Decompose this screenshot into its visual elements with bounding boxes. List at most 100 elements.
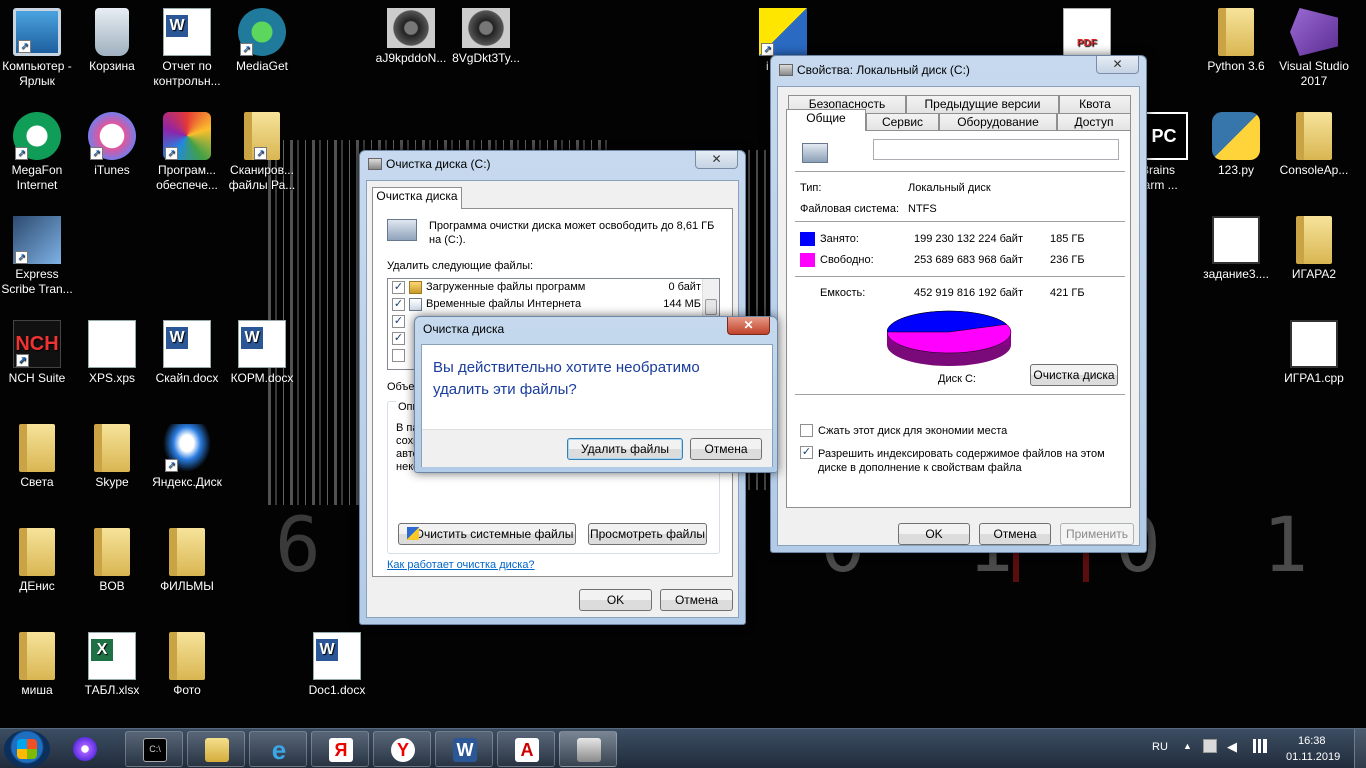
start-button[interactable] — [4, 730, 50, 768]
view-files-button[interactable]: Просмотреть файлы — [588, 523, 707, 545]
desktop-icon-misha[interactable]: миша — [0, 632, 76, 698]
desktop-icon-doc1[interactable]: Doc1.docx — [298, 632, 376, 698]
desktop-icon-123py[interactable]: 123.py — [1197, 112, 1275, 178]
divider — [795, 171, 1125, 172]
file-size: 144 МБ — [663, 298, 701, 310]
tab-service[interactable]: Сервис — [866, 113, 939, 131]
cancel-button[interactable]: Отмена — [660, 589, 733, 611]
desktop-icon-sveta[interactable]: Света — [0, 424, 76, 490]
taskbar-alice[interactable] — [56, 731, 114, 767]
action-center-icon[interactable] — [1203, 739, 1217, 753]
language-indicator[interactable]: RU — [1152, 741, 1168, 753]
taskbar-disk-cleanup[interactable] — [559, 731, 617, 767]
taskbar-yandex[interactable]: Я — [311, 731, 369, 767]
close-button[interactable]: ✕ — [1096, 56, 1139, 74]
desktop-icon-films[interactable]: ФИЛЬМЫ — [148, 528, 226, 594]
close-button[interactable]: ✕ — [727, 317, 770, 335]
desktop-icon-photo[interactable]: Фото — [148, 632, 226, 698]
scroll-thumb[interactable] — [705, 299, 717, 315]
ok-button[interactable]: OK — [898, 523, 970, 545]
desktop-icon-zadanie[interactable]: задание3.... — [1197, 216, 1275, 282]
list-item[interactable]: ✓ Временные файлы Интернета 144 МБ — [388, 296, 719, 313]
used-color-swatch — [800, 232, 815, 246]
desktop-icon-label: Отчет по контрольн... — [153, 59, 221, 88]
desktop-icon-computer[interactable]: ➚ Компьютер - Ярлык — [0, 8, 76, 89]
desktop-icon-tabl[interactable]: ТАБЛ.xlsx — [73, 632, 151, 698]
file-checkbox[interactable] — [392, 349, 405, 362]
tab-hardware[interactable]: Оборудование — [939, 113, 1057, 131]
desktop-icon-scans[interactable]: ➚ Сканиров... файлы Ра... — [223, 112, 301, 193]
taskbar-cmd[interactable]: C:\ — [125, 731, 183, 767]
tab-sharing[interactable]: Доступ — [1057, 113, 1131, 131]
desktop-icon-denis[interactable]: ДЕнис — [0, 528, 76, 594]
word-doc-icon — [238, 320, 286, 368]
desktop-icon-korm[interactable]: КОРМ.docx — [223, 320, 301, 386]
express-scribe-icon: ➚ — [13, 216, 61, 264]
file-checkbox[interactable]: ✓ — [392, 315, 405, 328]
tab-previous-versions[interactable]: Предыдущие версии — [906, 95, 1059, 113]
desktop-icon-vs[interactable]: Visual Studio 2017 — [1275, 8, 1353, 89]
clean-system-files-button[interactable]: Очистить системные файлы — [398, 523, 576, 545]
capacity-label: Емкость: — [820, 287, 866, 299]
ok-button[interactable]: OK — [579, 589, 652, 611]
file-checkbox[interactable]: ✓ — [392, 298, 405, 311]
taskbar-yandex-browser[interactable]: Y — [373, 731, 431, 767]
delete-files-button[interactable]: Удалить файлы — [567, 438, 683, 460]
desktop-icon-xps[interactable]: XPS.xps — [73, 320, 151, 386]
tab-general[interactable]: Общие — [786, 109, 866, 131]
taskbar-word[interactable]: W — [435, 731, 493, 767]
close-button[interactable]: ✕ — [695, 151, 738, 169]
tab-quota[interactable]: Квота — [1059, 95, 1131, 113]
intro-text-2: на (C:). — [429, 234, 466, 246]
index-checkbox[interactable]: ✓ — [800, 446, 813, 459]
mediaget-icon: ➚ — [238, 8, 286, 56]
desktop-icon-consoleapp[interactable]: ConsoleAp... — [1275, 112, 1353, 178]
folder-icon — [94, 424, 130, 472]
list-item[interactable]: ✓ Загруженные файлы программ 0 байт — [388, 279, 719, 296]
apply-button[interactable]: Применить — [1060, 523, 1134, 545]
desktop-icon-nch[interactable]: NCH ➚ NCH Suite — [0, 320, 76, 386]
desktop-icon-skype[interactable]: Skype — [73, 424, 151, 490]
how-cleanup-works-link[interactable]: Как работает очистка диска? — [387, 559, 535, 571]
desktop-icon-igara2[interactable]: ИГАРА2 — [1275, 216, 1353, 282]
desktop-icon-express-scribe[interactable]: ➚ Express Scribe Tran... — [0, 216, 76, 297]
desktop-icon-skype-docx[interactable]: Скайп.docx — [148, 320, 226, 386]
disk-label: Диск С: — [938, 373, 976, 385]
taskbar-ie[interactable]: e — [249, 731, 307, 767]
clock-time[interactable]: 16:38 — [1298, 735, 1326, 747]
desktop-icon-report[interactable]: Отчет по контрольн... — [148, 8, 226, 89]
desktop-icon-igra1[interactable]: ИГРА1.cpp — [1275, 320, 1353, 386]
desktop-icon-recycle-bin[interactable]: Корзина — [73, 8, 151, 74]
desktop-icon-img2[interactable]: 8VgDkt3Ty... — [447, 8, 525, 66]
desktop-icon-bob[interactable]: BOB — [73, 528, 151, 594]
network-icon[interactable] — [1253, 739, 1267, 753]
file-checkbox[interactable]: ✓ — [392, 281, 405, 294]
disk-cleanup-icon — [577, 738, 601, 762]
disk-cleanup-button[interactable]: Очистка диска — [1030, 364, 1118, 386]
free-gb: 236 ГБ — [1050, 254, 1085, 266]
volume-label-input[interactable] — [873, 139, 1119, 160]
compress-checkbox[interactable] — [800, 424, 813, 437]
show-desktop-button[interactable] — [1354, 729, 1366, 768]
volume-icon[interactable]: ◀ — [1227, 739, 1237, 755]
desktop-icon-yandex-disk[interactable]: ➚ Яндекс.Диск — [148, 424, 226, 490]
desktop-icon-mediaget[interactable]: ➚ MediaGet — [223, 8, 301, 74]
desktop-icon-python[interactable]: Python 3.6 — [1197, 8, 1275, 74]
taskbar-explorer[interactable] — [187, 731, 245, 767]
desktop-icon-itunes[interactable]: ➚ iTunes — [73, 112, 151, 178]
desktop-icon-partial[interactable]: ➚ i — [748, 8, 818, 73]
taskbar-acrobat[interactable]: A — [497, 731, 555, 767]
capacity-gb: 421 ГБ — [1050, 287, 1085, 299]
tab-disk-cleanup[interactable]: Очистка диска — [372, 187, 462, 209]
show-hidden-icons-icon[interactable]: ▲ — [1183, 741, 1192, 751]
desktop-icon-megafon[interactable]: ➚ MegaFon Internet — [0, 112, 76, 193]
file-size: 0 байт — [668, 281, 701, 293]
cancel-button[interactable]: Отмена — [690, 438, 762, 460]
desktop-icon-pdf[interactable]: PDF — [1048, 8, 1126, 59]
desktop-icon-img1[interactable]: aJ9kpddoN... — [372, 8, 450, 66]
divider — [795, 394, 1125, 395]
file-checkbox[interactable]: ✓ — [392, 332, 405, 345]
cancel-button[interactable]: Отмена — [979, 523, 1051, 545]
desktop-icon-software[interactable]: ➚ Програм... обеспече... — [148, 112, 226, 193]
clock-date[interactable]: 01.11.2019 — [1286, 751, 1340, 763]
